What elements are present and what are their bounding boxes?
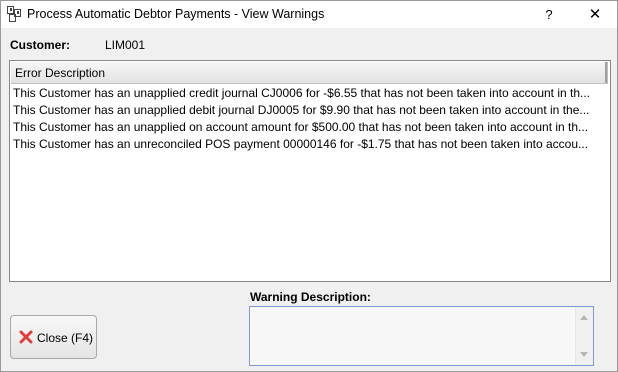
app-logo-icon [7,6,21,22]
table-row[interactable]: This Customer has an unapplied credit jo… [10,85,603,102]
warning-description-label: Warning Description: [250,290,371,304]
close-button-label: Close (F4) [37,331,94,345]
close-icon [19,330,33,344]
warning-description-field[interactable] [249,306,594,366]
customer-value: LIM001 [105,38,146,52]
error-grid[interactable]: Error Description This Customer has an u… [9,60,611,282]
view-warnings-window: Process Automatic Debtor Payments - View… [0,0,618,372]
title-bar: Process Automatic Debtor Payments - View… [1,1,617,28]
table-row[interactable]: This Customer has an unapplied on accoun… [10,119,603,136]
warning-scrollbar[interactable] [575,307,593,365]
scroll-down-icon[interactable] [580,352,588,357]
help-button[interactable]: ? [527,1,571,28]
close-button[interactable]: Close (F4) [10,315,97,359]
scroll-up-icon[interactable] [580,315,588,320]
table-row[interactable]: This Customer has an unreconciled POS pa… [10,136,603,153]
column-header-error-description[interactable]: Error Description [11,62,608,84]
table-row[interactable]: This Customer has an unapplied debit jou… [10,102,603,119]
error-rows: This Customer has an unapplied credit jo… [10,85,610,153]
window-close-button[interactable]: ✕ [573,1,617,28]
customer-label: Customer: [10,38,71,52]
column-resize-handle[interactable] [605,62,607,83]
column-header-label: Error Description [15,66,106,80]
window-title: Process Automatic Debtor Payments - View… [27,7,325,21]
